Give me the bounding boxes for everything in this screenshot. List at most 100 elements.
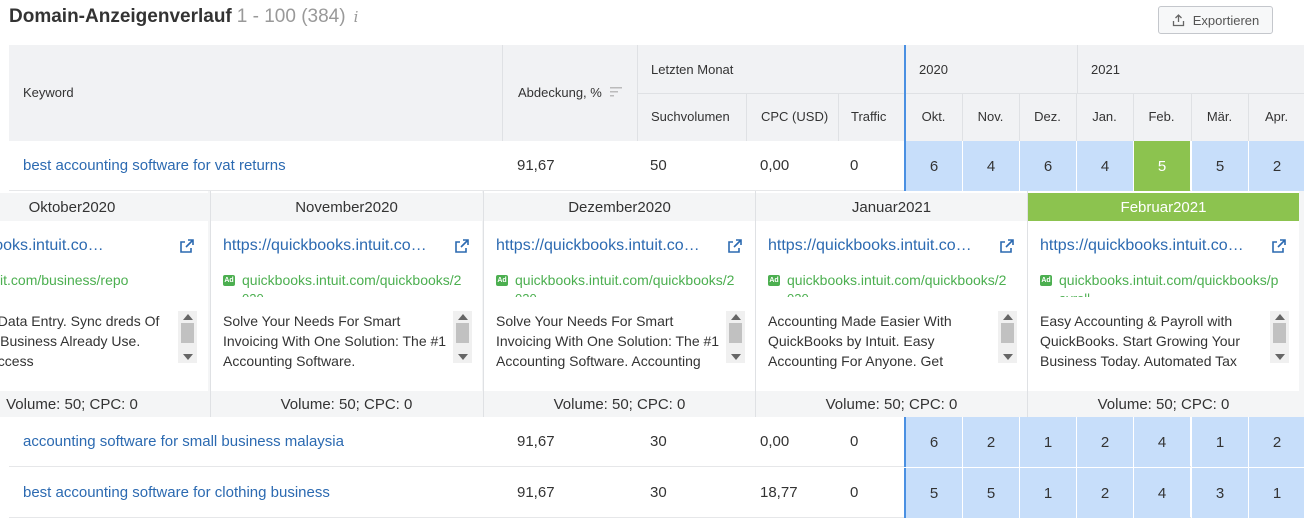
cpc-value: 18,77 [760,484,798,501]
scroll-down-arrow-icon[interactable] [183,354,193,360]
header-month: Jan. [1092,109,1117,124]
scroll-down-arrow-icon[interactable] [1275,354,1285,360]
card-stats: Volume: 50; CPC: 0 [1028,391,1299,417]
scroll-thumb[interactable] [729,323,742,343]
page-title-bar: Domain-Anzeigenverlauf 1 - 100 (384) i [9,6,358,32]
ad-badge-icon: Ad [768,275,780,286]
header-year-2021: 2021 [1091,62,1120,77]
keyword-link[interactable]: best accounting software for vat returns [23,157,286,174]
scroll-thumb[interactable] [1001,323,1014,343]
position-cell[interactable]: 4 [962,141,1019,191]
traffic-value: 0 [850,157,859,174]
position-cell[interactable]: 2 [1076,417,1133,467]
ad-card: November2020 https://quickbooks.intuit.c… [210,191,482,417]
header-keyword[interactable]: Keyword [23,85,74,100]
external-link-icon[interactable] [1272,239,1286,253]
external-link-icon[interactable] [455,239,469,253]
position-cell[interactable]: 5 [962,468,1019,518]
info-icon[interactable]: i [354,8,359,26]
keyword-link[interactable]: accounting software for small business m… [23,433,344,450]
coverage-value: 91,67 [517,433,555,450]
ad-card: Januar2021 https://quickbooks.intuit.co…… [755,191,1027,417]
result-count: 1 - 100 (384) [236,6,346,27]
header-month: Mär. [1206,109,1233,124]
ad-badge-icon: Ad [496,275,508,286]
card-month: Dezember2020 [484,193,755,221]
scroll-down-arrow-icon[interactable] [1003,354,1013,360]
scroll-down-arrow-icon[interactable] [458,354,468,360]
header-last-month: Letzten Monat [651,62,734,77]
ad-badge-icon: Ad [223,275,235,286]
ad-url-link[interactable]: quickbooks.intuit.co… [0,237,168,255]
scroll-thumb[interactable] [181,323,194,343]
table-row[interactable]: best accounting software for vat returns… [9,141,1304,191]
position-cell[interactable]: 4 [1133,417,1190,467]
external-link-icon[interactable] [728,239,742,253]
ad-card: Februar2021 https://quickbooks.intuit.co… [1027,191,1299,417]
ad-card: Oktober2020 quickbooks.intuit.co… ooks.i… [0,191,208,417]
sort-icon[interactable] [610,87,622,97]
keyword-link[interactable]: best accounting software for clothing bu… [23,484,330,501]
description-scrollbar[interactable] [1270,311,1289,363]
display-url: quickbooks.intuit.com/quickbooks/2 [787,272,1007,288]
table-header: Keyword Abdeckung, % Letzten Monat Suchv… [9,45,1304,141]
scroll-up-arrow-icon[interactable] [731,314,741,320]
card-month: November2020 [211,193,482,221]
scroll-down-arrow-icon[interactable] [731,354,741,360]
scroll-thumb[interactable] [456,323,469,343]
position-cell[interactable]: 6 [905,417,962,467]
ad-description: Solve Your Needs For Smart Invoicing Wit… [223,313,447,369]
position-cell[interactable]: 2 [962,417,1019,467]
header-month: Feb. [1148,109,1175,124]
header-month: Apr. [1264,109,1289,124]
scroll-up-arrow-icon[interactable] [1275,314,1285,320]
coverage-value: 91,67 [517,157,555,174]
page-title: Domain-Anzeigenverlauf [9,6,232,27]
coverage-value: 91,67 [517,484,555,501]
position-cell[interactable]: 4 [1133,468,1190,518]
ad-description: Easy Accounting & Payroll with QuickBook… [1040,313,1240,369]
ad-url-link[interactable]: https://quickbooks.intuit.co… [768,237,988,255]
ad-url-link[interactable]: https://quickbooks.intuit.co… [1040,237,1260,255]
description-scrollbar[interactable] [998,311,1017,363]
position-cell[interactable]: 1 [1019,417,1076,467]
position-cell[interactable]: 1 [1191,417,1248,467]
scroll-thumb[interactable] [1273,323,1286,343]
card-stats: Volume: 50; CPC: 0 [484,391,755,417]
description-scrollbar[interactable] [726,311,745,363]
external-link-icon[interactable] [1000,239,1014,253]
description-scrollbar[interactable] [453,311,472,363]
header-traffic[interactable]: Traffic [851,109,886,124]
position-cell[interactable]: 2 [1076,468,1133,518]
header-year-2020: 2020 [919,62,948,77]
header-month: Dez. [1034,109,1061,124]
position-cell[interactable]: 2 [1248,417,1304,467]
display-url: quickbooks.intuit.com/quickbooks/2 [515,272,735,288]
external-link-icon[interactable] [180,239,194,253]
position-cell[interactable]: 4 [1076,141,1133,191]
export-button[interactable]: Exportieren [1158,6,1273,34]
description-scrollbar[interactable] [178,311,197,363]
position-cell[interactable]: 6 [905,141,962,191]
table-row[interactable]: best accounting software for clothing bu… [9,468,1304,518]
header-cpc[interactable]: CPC (USD) [761,109,828,124]
header-volume[interactable]: Suchvolumen [651,109,730,124]
scroll-up-arrow-icon[interactable] [1003,314,1013,320]
position-cell[interactable]: 5 [905,468,962,518]
position-cell[interactable]: 5 [1133,141,1190,191]
scroll-up-arrow-icon[interactable] [183,314,193,320]
position-cell[interactable]: 6 [1019,141,1076,191]
scroll-up-arrow-icon[interactable] [458,314,468,320]
position-cell[interactable]: 2 [1248,141,1304,191]
position-cell[interactable]: 1 [1019,468,1076,518]
ad-url-link[interactable]: https://quickbooks.intuit.co… [223,237,443,255]
position-cell[interactable]: 3 [1191,468,1248,518]
card-stats: Volume: 50; CPC: 0 [0,391,208,417]
cpc-value: 0,00 [760,433,790,450]
header-coverage[interactable]: Abdeckung, % [518,85,602,100]
position-cell[interactable]: 5 [1191,141,1248,191]
position-cell[interactable]: 1 [1248,468,1304,518]
card-month: Januar2021 [756,193,1027,221]
table-row[interactable]: accounting software for small business m… [9,417,1304,467]
ad-url-link[interactable]: https://quickbooks.intuit.co… [496,237,716,255]
